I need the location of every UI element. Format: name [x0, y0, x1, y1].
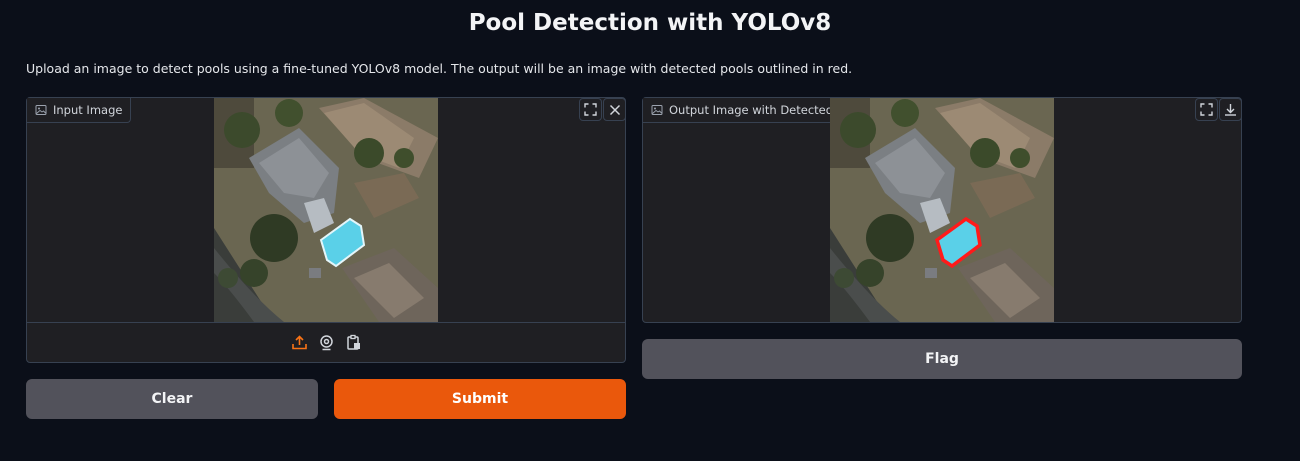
upload-source-toolbar — [27, 322, 625, 362]
input-image[interactable] — [214, 98, 438, 322]
image-icon — [651, 105, 663, 115]
image-icon — [35, 105, 47, 115]
page-title: Pool Detection with YOLOv8 — [468, 10, 832, 36]
page-description: Upload an image to detect pools using a … — [26, 61, 853, 76]
submit-button[interactable]: Submit — [334, 379, 626, 419]
clipboard-icon[interactable] — [345, 334, 362, 351]
clear-image-button[interactable] — [603, 98, 626, 121]
input-image-label-tag: Input Image — [27, 98, 132, 123]
fullscreen-button[interactable] — [1195, 98, 1218, 121]
fullscreen-icon — [584, 103, 597, 116]
download-icon — [1225, 104, 1236, 116]
input-image-panel[interactable]: Input Image — [26, 97, 626, 363]
flag-button[interactable]: Flag — [642, 339, 1242, 379]
close-icon — [609, 104, 620, 115]
webcam-icon[interactable] — [318, 334, 335, 351]
clear-button[interactable]: Clear — [26, 379, 318, 419]
fullscreen-button[interactable] — [579, 98, 602, 121]
fullscreen-icon — [1200, 103, 1213, 116]
output-image — [830, 98, 1054, 322]
input-image-label: Input Image — [53, 103, 123, 117]
output-image-panel: Output Image with Detected Pools — [642, 97, 1242, 323]
upload-icon[interactable] — [291, 334, 308, 351]
download-button[interactable] — [1219, 98, 1242, 121]
